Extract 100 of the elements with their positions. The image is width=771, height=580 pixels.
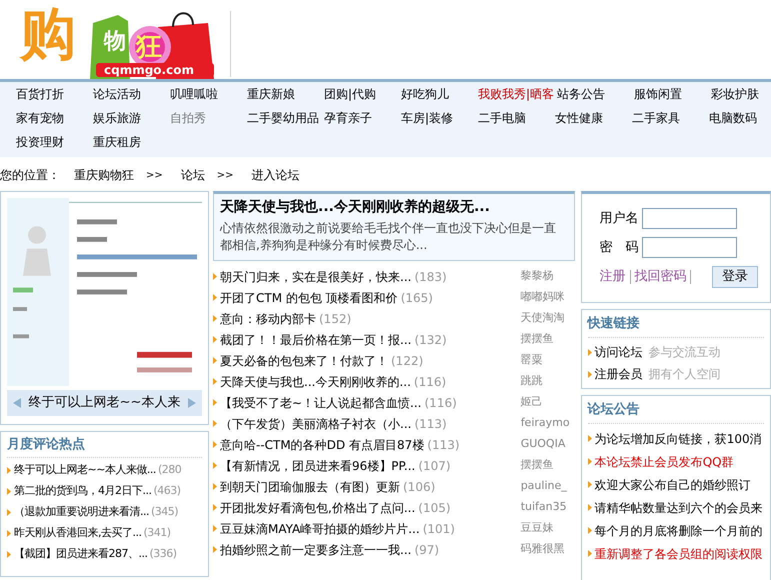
field-label: 密 码	[600, 238, 636, 257]
notice-link[interactable]: 重新调整了各会员组的阅读权限	[594, 544, 763, 562]
bullet-icon	[7, 467, 11, 474]
notice-link[interactable]: 本论坛禁止会员发布QQ群	[594, 452, 734, 470]
nav-link[interactable]: 娱乐旅游	[93, 110, 170, 126]
post-link[interactable]: 第二批的货到鸟，4月2日下...	[14, 483, 152, 500]
thread-link[interactable]: 豆豆妹滴MAYA峰哥拍摄的婚纱片片...	[220, 520, 420, 538]
reply-count: (106)	[403, 478, 436, 496]
nav-link[interactable]: 电脑数码	[709, 110, 771, 126]
nav-link[interactable]: 孕育亲子	[324, 110, 401, 126]
thread-link[interactable]: 朝天门归来，实在是很美好，快来...	[220, 268, 412, 286]
nav-link[interactable]: 彩妆护肤	[711, 86, 771, 102]
nav-link[interactable]: 叽哩呱啦	[170, 86, 247, 102]
breadcrumb-link[interactable]: 进入论坛	[252, 166, 300, 184]
thread-link[interactable]: 【我受不了老~！让人说起都含血愤...	[220, 394, 422, 412]
login-button[interactable]: 登录	[712, 266, 758, 288]
field-label: 用户名	[600, 210, 636, 228]
notice-link[interactable]: 欢迎大家公布自己的婚纱照订	[594, 476, 751, 494]
thread-link[interactable]: 【有新情况，团员进来看96楼】PP...	[220, 456, 416, 474]
notice-link[interactable]: 请精华帖数量达到六个的会员来	[594, 498, 763, 516]
bullet-icon	[213, 546, 217, 553]
link-description: 参与交流互动	[648, 344, 721, 361]
nav-link[interactable]: 二手婴幼用品	[247, 110, 324, 126]
bullet-icon	[7, 530, 11, 537]
section-title: 快速链接	[588, 314, 640, 333]
author-name: 黎黎杨	[520, 268, 555, 284]
bullet-icon	[588, 348, 592, 356]
notice-link[interactable]: 为论坛增加反向链接，获100消	[594, 430, 762, 448]
bullet-icon	[213, 273, 217, 280]
thread-link[interactable]: 到朝天门团瑜伽服去（有图）更新	[220, 478, 400, 496]
reply-count: (341)	[144, 525, 171, 542]
reply-count: (183)	[414, 268, 447, 286]
nav-link[interactable]: 站务公告	[557, 86, 634, 102]
logo-character: 物	[104, 31, 126, 53]
bullet-icon	[588, 527, 592, 534]
quick-link[interactable]: 访问论坛	[594, 343, 643, 361]
reply-count: (122)	[391, 352, 424, 370]
bullet-icon	[213, 294, 217, 301]
bullet-icon	[588, 458, 592, 465]
author-name: 嘟嘟妈咪	[520, 289, 566, 306]
breadcrumb-link[interactable]: 论坛	[180, 166, 205, 184]
nav-link[interactable]: 二手家具	[632, 110, 709, 126]
post-link[interactable]: 昨天刚从香港回来,去买了...	[14, 525, 142, 542]
bullet-icon	[588, 504, 592, 511]
nav-link[interactable]: 好吃狗儿	[401, 86, 478, 102]
nav-link[interactable]: 重庆租房	[93, 134, 170, 150]
thread-link[interactable]: 意向哈--CTM的各种DD 有点眉目87楼	[220, 436, 424, 454]
reply-count: (105)	[418, 500, 451, 516]
reply-count: (107)	[418, 458, 451, 474]
nav-link[interactable]: 服饰闲置	[634, 86, 712, 102]
previous-arrow-icon[interactable]	[13, 398, 21, 408]
reply-count: (113)	[414, 416, 447, 432]
reply-count: (116)	[424, 394, 457, 412]
forgot-password-link[interactable]: 找回密码	[634, 267, 687, 287]
breadcrumb-link[interactable]: 重庆购物狂	[74, 166, 134, 184]
thread-link[interactable]: （下午发货）美丽滴格子衬衣（小...	[220, 414, 412, 432]
reply-count: (336)	[150, 546, 177, 562]
nav-link[interactable]: 二手电脑	[478, 110, 555, 126]
thread-link[interactable]: 夏天必备的包包来了！付款了！	[220, 352, 388, 370]
bullet-icon	[213, 315, 217, 322]
nav-link[interactable]: 车房|装修	[401, 110, 478, 126]
nav-link[interactable]: 女性健康	[555, 110, 632, 126]
breadcrumb-separator: >>	[146, 168, 163, 182]
nav-link[interactable]: 我败我秀|晒客	[478, 86, 558, 102]
featured-title[interactable]: 天降天使与我也...今天刚刚收养的超级无...	[220, 197, 568, 218]
post-link[interactable]: （退款加重要说明进来看清...	[14, 504, 149, 521]
post-link[interactable]: 终于可以上网老~~本人来做...	[14, 462, 156, 479]
thread-link[interactable]: 截团了！！最后价格在第一页！报...	[220, 330, 412, 348]
nav-link[interactable]: 论坛活动	[93, 86, 170, 102]
bullet-icon	[588, 481, 592, 488]
author-name: feiraymo	[520, 415, 571, 432]
nav-link[interactable]: 重庆新娘	[247, 86, 324, 102]
reply-count: (345)	[151, 504, 178, 520]
password-field[interactable]	[642, 237, 737, 258]
author-name: 跳跳	[520, 373, 544, 390]
nav-link[interactable]: 百货打折	[16, 86, 93, 102]
logo-character: 购	[20, 7, 76, 63]
bullet-icon	[213, 525, 217, 532]
thread-link[interactable]: 拍婚纱照之前一定要多注意一一我...	[220, 540, 412, 558]
bullet-icon	[213, 483, 217, 490]
reply-count: (132)	[414, 332, 447, 348]
nav-link[interactable]: 团购|代购	[324, 86, 401, 102]
notice-link[interactable]: 每个月的月底将删除一个月前的	[594, 522, 763, 540]
thread-link[interactable]: 意向：移动内部卡	[220, 310, 316, 328]
thread-link[interactable]: 开团了CTM 的包包 顶楼看图和价	[220, 288, 398, 306]
post-link[interactable]: 【截团】团员进来看287、...	[14, 546, 148, 563]
thread-link[interactable]: 天降天使与我也...今天刚刚收养的...	[220, 372, 411, 390]
nav-link[interactable]: 自拍秀	[170, 110, 247, 126]
bullet-icon	[213, 504, 217, 511]
bullet-icon	[588, 435, 592, 442]
thread-link[interactable]: 开团批发好看滴包包,价格出了点问...	[220, 498, 416, 516]
author-name: tuifan35	[520, 499, 568, 516]
next-arrow-icon[interactable]	[188, 398, 196, 408]
nav-link[interactable]: 家有宠物	[16, 110, 93, 126]
bullet-icon	[7, 488, 11, 495]
reply-count: (101)	[422, 520, 455, 538]
username-field[interactable]	[642, 208, 737, 229]
quick-link[interactable]: 注册会员	[594, 365, 643, 383]
register-link[interactable]: 注册	[600, 267, 626, 287]
nav-link[interactable]: 投资理财	[16, 134, 93, 150]
